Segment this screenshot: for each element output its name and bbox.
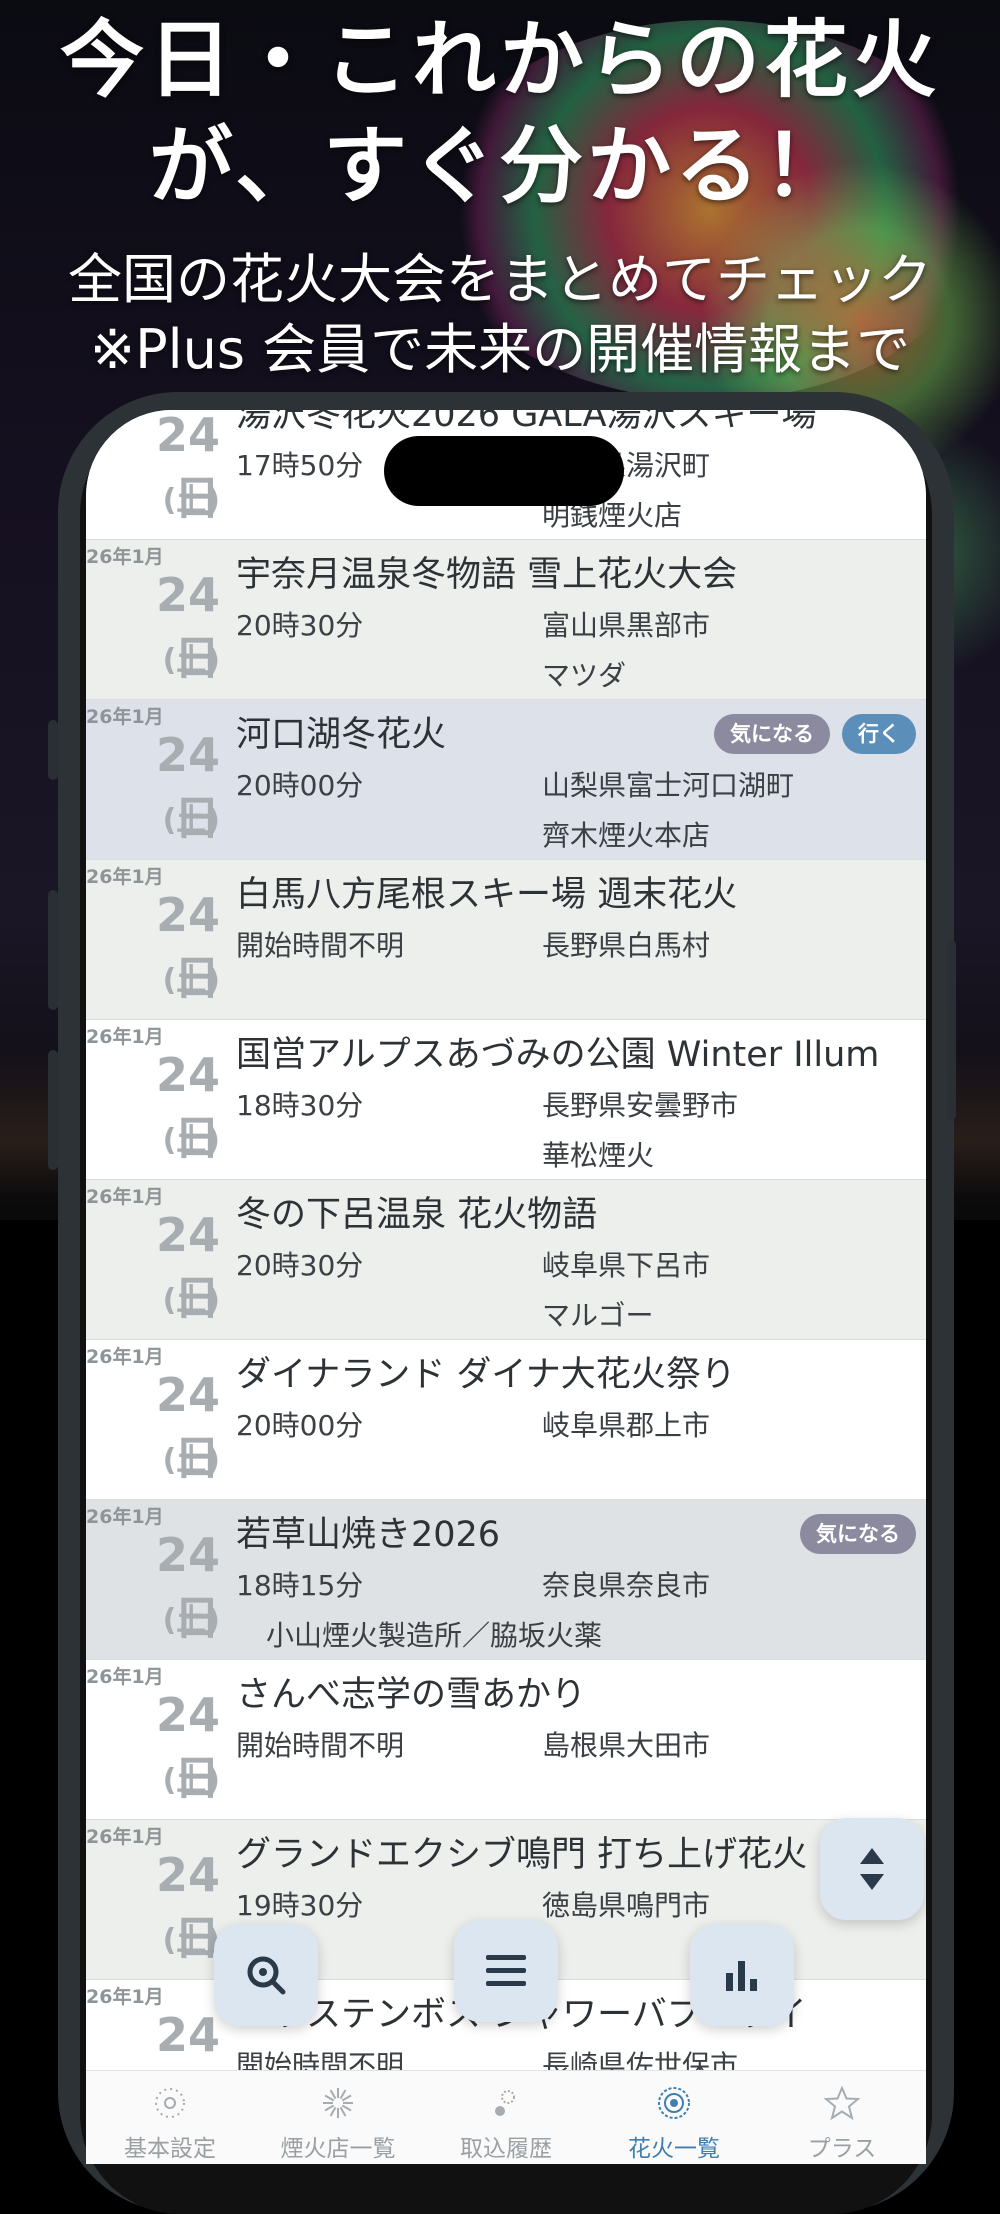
event-row[interactable]: 26年1月 24日 (土) ダイナランド ダイナ大花火祭り 20時00分 岐阜県郡上市 — [86, 1340, 926, 1500]
firework-list-icon — [656, 2085, 692, 2121]
promo-subtitle: 全国の花火大会をまとめてチェック — [68, 248, 932, 311]
event-location: 岐阜県郡上市 — [542, 1409, 711, 1442]
event-title: 湯沢冬花火2026 GALA湯沢スキー場 — [236, 410, 817, 435]
event-time: 17時50分 — [236, 449, 364, 482]
tab-firework-list[interactable]: 花火一覧 — [590, 2071, 758, 2164]
chart-icon — [726, 1961, 757, 1991]
tab-star[interactable]: プラス — [758, 2071, 926, 2164]
promo-subtitle: ※Plus 会員で未来の開催情報まで — [89, 318, 911, 381]
event-weekday: (土) — [162, 1443, 220, 1478]
event-year-month: 26年1月 — [86, 706, 164, 728]
event-location: 長野県安曇野市 — [542, 1089, 739, 1122]
event-row[interactable]: 26年1月 24日 (土) 河口湖冬花火 20時00分 山梨県富士河口湖町 齊木煙火本店 行く… — [86, 700, 926, 860]
event-maker: マツダ — [542, 659, 627, 692]
event-weekday: (土) — [162, 1123, 220, 1158]
event-location: 島根県大田市 — [542, 1729, 711, 1762]
event-maker: 齊木煙火本店 — [542, 819, 711, 852]
event-title: さんべ志学の雪あかり — [236, 1675, 587, 1715]
search-icon — [247, 1956, 286, 1995]
going-badge[interactable]: 行く — [842, 714, 916, 754]
event-weekday: (土) — [162, 1283, 220, 1318]
event-weekday: (土) — [162, 1763, 220, 1798]
event-year-month: 26年1月 — [86, 1506, 164, 1528]
event-weekday: (土) — [162, 1603, 220, 1638]
phone-volume-down — [48, 1050, 58, 1170]
fireworks-list[interactable]: 24日 (土) 湯沢冬花火2026 GALA湯沢スキー場 17時50分 新潟県湯沢町 明銭… — [86, 410, 926, 2140]
event-weekday: (土) — [162, 803, 220, 838]
event-weekday: (土) — [162, 483, 220, 518]
star-icon — [823, 2085, 861, 2121]
event-row[interactable]: 26年1月 24日 (土) さんべ志学の雪あかり 開始時間不明 島根県大田市 — [86, 1660, 926, 1820]
event-location: 富山県黒部市 — [542, 609, 711, 642]
event-year-month: 26年1月 — [86, 1826, 164, 1848]
phone-volume-up — [48, 890, 58, 1010]
menu-button[interactable] — [454, 1920, 558, 2022]
scroll-arrows-icon — [860, 1848, 884, 1890]
event-location: 長野県白馬村 — [542, 929, 711, 962]
phone-action-button — [48, 720, 58, 780]
event-year-month: 26年1月 — [86, 1026, 164, 1048]
tab-history[interactable]: 取込履歴 — [422, 2071, 590, 2164]
tab-label: 基本設定 — [124, 2136, 216, 2162]
event-year-month: 26年1月 — [86, 1186, 164, 1208]
event-title: 冬の下呂温泉 花火物語 — [236, 1195, 598, 1235]
app-screen: 24日 (土) 湯沢冬花火2026 GALA湯沢スキー場 17時50分 新潟県湯沢町 明銭… — [86, 410, 926, 2164]
event-maker: 華松煙火 — [542, 1139, 655, 1172]
event-time: 20時30分 — [236, 1249, 364, 1282]
event-location: 徳島県鳴門市 — [542, 1889, 711, 1922]
tab-label: 取込履歴 — [460, 2136, 552, 2162]
event-time: 20時00分 — [236, 1409, 364, 1442]
promo-headline: が、すぐ分かる！ — [148, 117, 852, 215]
event-year-month: 26年1月 — [86, 1986, 164, 2008]
event-row[interactable]: 26年1月 24日 (土) 冬の下呂温泉 花火物語 20時30分 岐阜県下呂市 マルゴー — [86, 1180, 926, 1340]
event-time: 19時30分 — [236, 1889, 364, 1922]
event-location: 山梨県富士河口湖町 — [542, 769, 795, 802]
event-weekday: (土) — [162, 643, 220, 678]
tab-label: プラス — [807, 2136, 877, 2162]
event-year-month: 26年1月 — [86, 1346, 164, 1368]
event-title: 宇奈月温泉冬物語 雪上花火大会 — [236, 555, 738, 595]
event-year-month: 26年1月 — [86, 1666, 164, 1688]
menu-icon — [486, 1955, 526, 1986]
event-title: 国営アルプスあづみの公園 Winter Illum — [236, 1035, 880, 1075]
event-weekday: (土) — [162, 1923, 220, 1958]
event-row[interactable]: 26年1月 24日 (土) 白馬八方尾根スキー場 週末花火 開始時間不明 長野県白馬村 — [86, 860, 926, 1020]
event-time: 開始時間不明 — [236, 929, 405, 962]
promo-headline: 今日・これからの花火 — [59, 11, 940, 109]
tab-bar: 基本設定 煙火店一覧 取込履歴 花火一覧 プラス — [86, 2070, 926, 2164]
search-button[interactable] — [214, 1924, 318, 2026]
history-icon — [488, 2085, 524, 2121]
settings-icon — [152, 2085, 188, 2121]
interested-badge[interactable]: 気になる — [800, 1514, 916, 1554]
event-weekday: (土) — [162, 963, 220, 998]
event-time: 20時00分 — [236, 769, 364, 802]
event-year-month: 26年1月 — [86, 866, 164, 888]
stats-button[interactable] — [690, 1924, 794, 2026]
event-time: 18時30分 — [236, 1089, 364, 1122]
tab-label: 煙火店一覧 — [280, 2136, 396, 2162]
dynamic-island — [384, 436, 624, 506]
event-year-month: 26年1月 — [86, 546, 164, 568]
event-title: グランドエクシブ鳴門 打ち上げ花火 — [236, 1835, 808, 1875]
event-title: ハウステンボス シャワーバブ・ライ — [236, 1995, 807, 2035]
tab-label: 花火一覧 — [628, 2136, 720, 2162]
event-time: 開始時間不明 — [236, 1729, 405, 1762]
phone-side-button — [946, 940, 956, 1120]
event-title: 白馬八方尾根スキー場 週末花火 — [236, 875, 738, 915]
event-row[interactable]: 26年1月 24日 (土) 若草山焼き2026 18時15分 奈良県奈良市 小山煙火製造所／… — [86, 1500, 926, 1660]
scroll-button[interactable] — [820, 1818, 924, 1920]
event-location: 奈良県奈良市 — [542, 1569, 711, 1602]
event-time: 20時30分 — [236, 609, 364, 642]
event-title: ダイナランド ダイナ大花火祭り — [236, 1355, 736, 1395]
tab-firework[interactable]: 煙火店一覧 — [254, 2071, 422, 2164]
event-location: 岐阜県下呂市 — [542, 1249, 711, 1282]
interested-badge[interactable]: 気になる — [714, 714, 830, 754]
event-row[interactable]: 26年1月 24日 (土) 国営アルプスあづみの公園 Winter Illum 18時3… — [86, 1020, 926, 1180]
event-time: 18時15分 — [236, 1569, 364, 1602]
firework-icon — [320, 2085, 356, 2121]
tab-settings[interactable]: 基本設定 — [86, 2071, 254, 2164]
event-maker: 小山煙火製造所／脇坂火薬 — [266, 1619, 603, 1652]
event-row[interactable]: 26年1月 24日 (土) 宇奈月温泉冬物語 雪上花火大会 20時30分 富山県黒部市 マツ… — [86, 540, 926, 700]
event-maker: マルゴー — [542, 1299, 654, 1332]
